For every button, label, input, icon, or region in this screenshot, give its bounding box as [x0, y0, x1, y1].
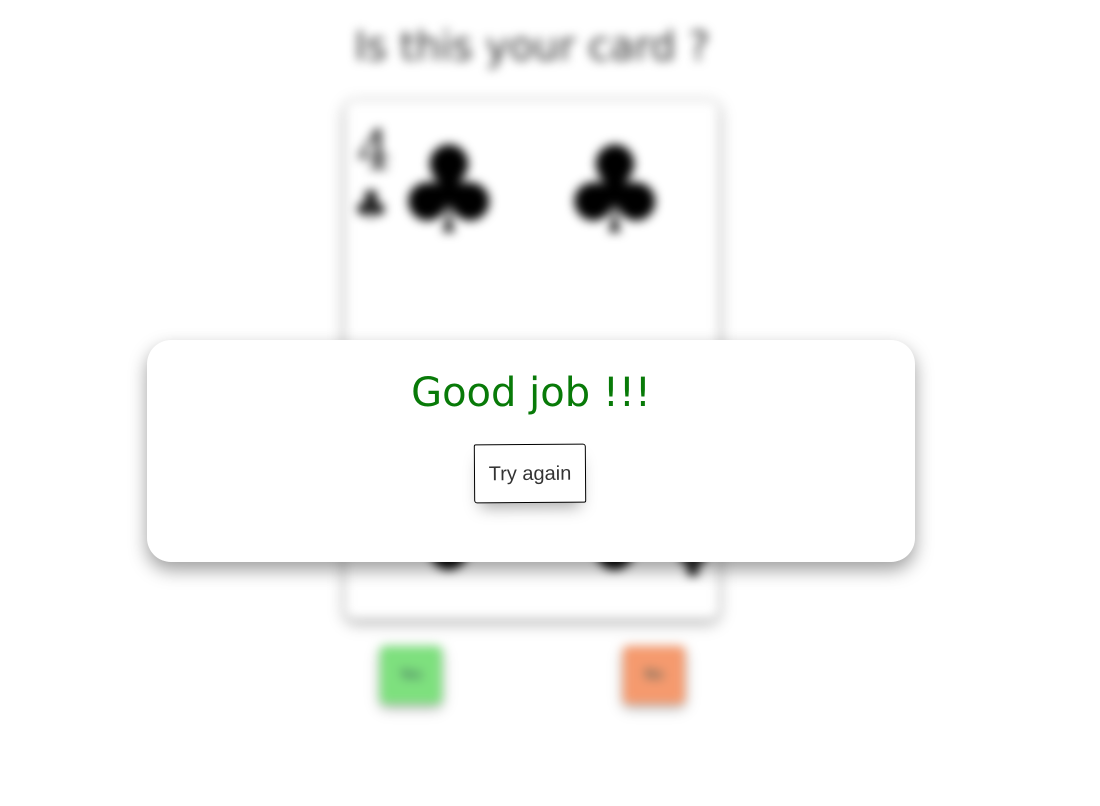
- club-pip-icon: ♣: [395, 122, 503, 261]
- no-button[interactable]: No: [623, 646, 685, 704]
- result-title: Good job !!!: [411, 370, 651, 416]
- card-rank-top: 4: [357, 119, 392, 182]
- question-heading: Is this your card ?: [354, 24, 710, 70]
- club-pip-icon: ♣: [561, 122, 669, 261]
- result-modal: Good job !!! Try again: [147, 340, 915, 562]
- game-stage: Is this your card ? 4 ♣ ♣ ♣ ♣ ♣ ♣ Yes No…: [0, 0, 1100, 806]
- card-suit-top-icon: ♣: [353, 183, 389, 229]
- try-again-button[interactable]: Try again: [473, 443, 587, 504]
- yes-button[interactable]: Yes: [380, 646, 442, 704]
